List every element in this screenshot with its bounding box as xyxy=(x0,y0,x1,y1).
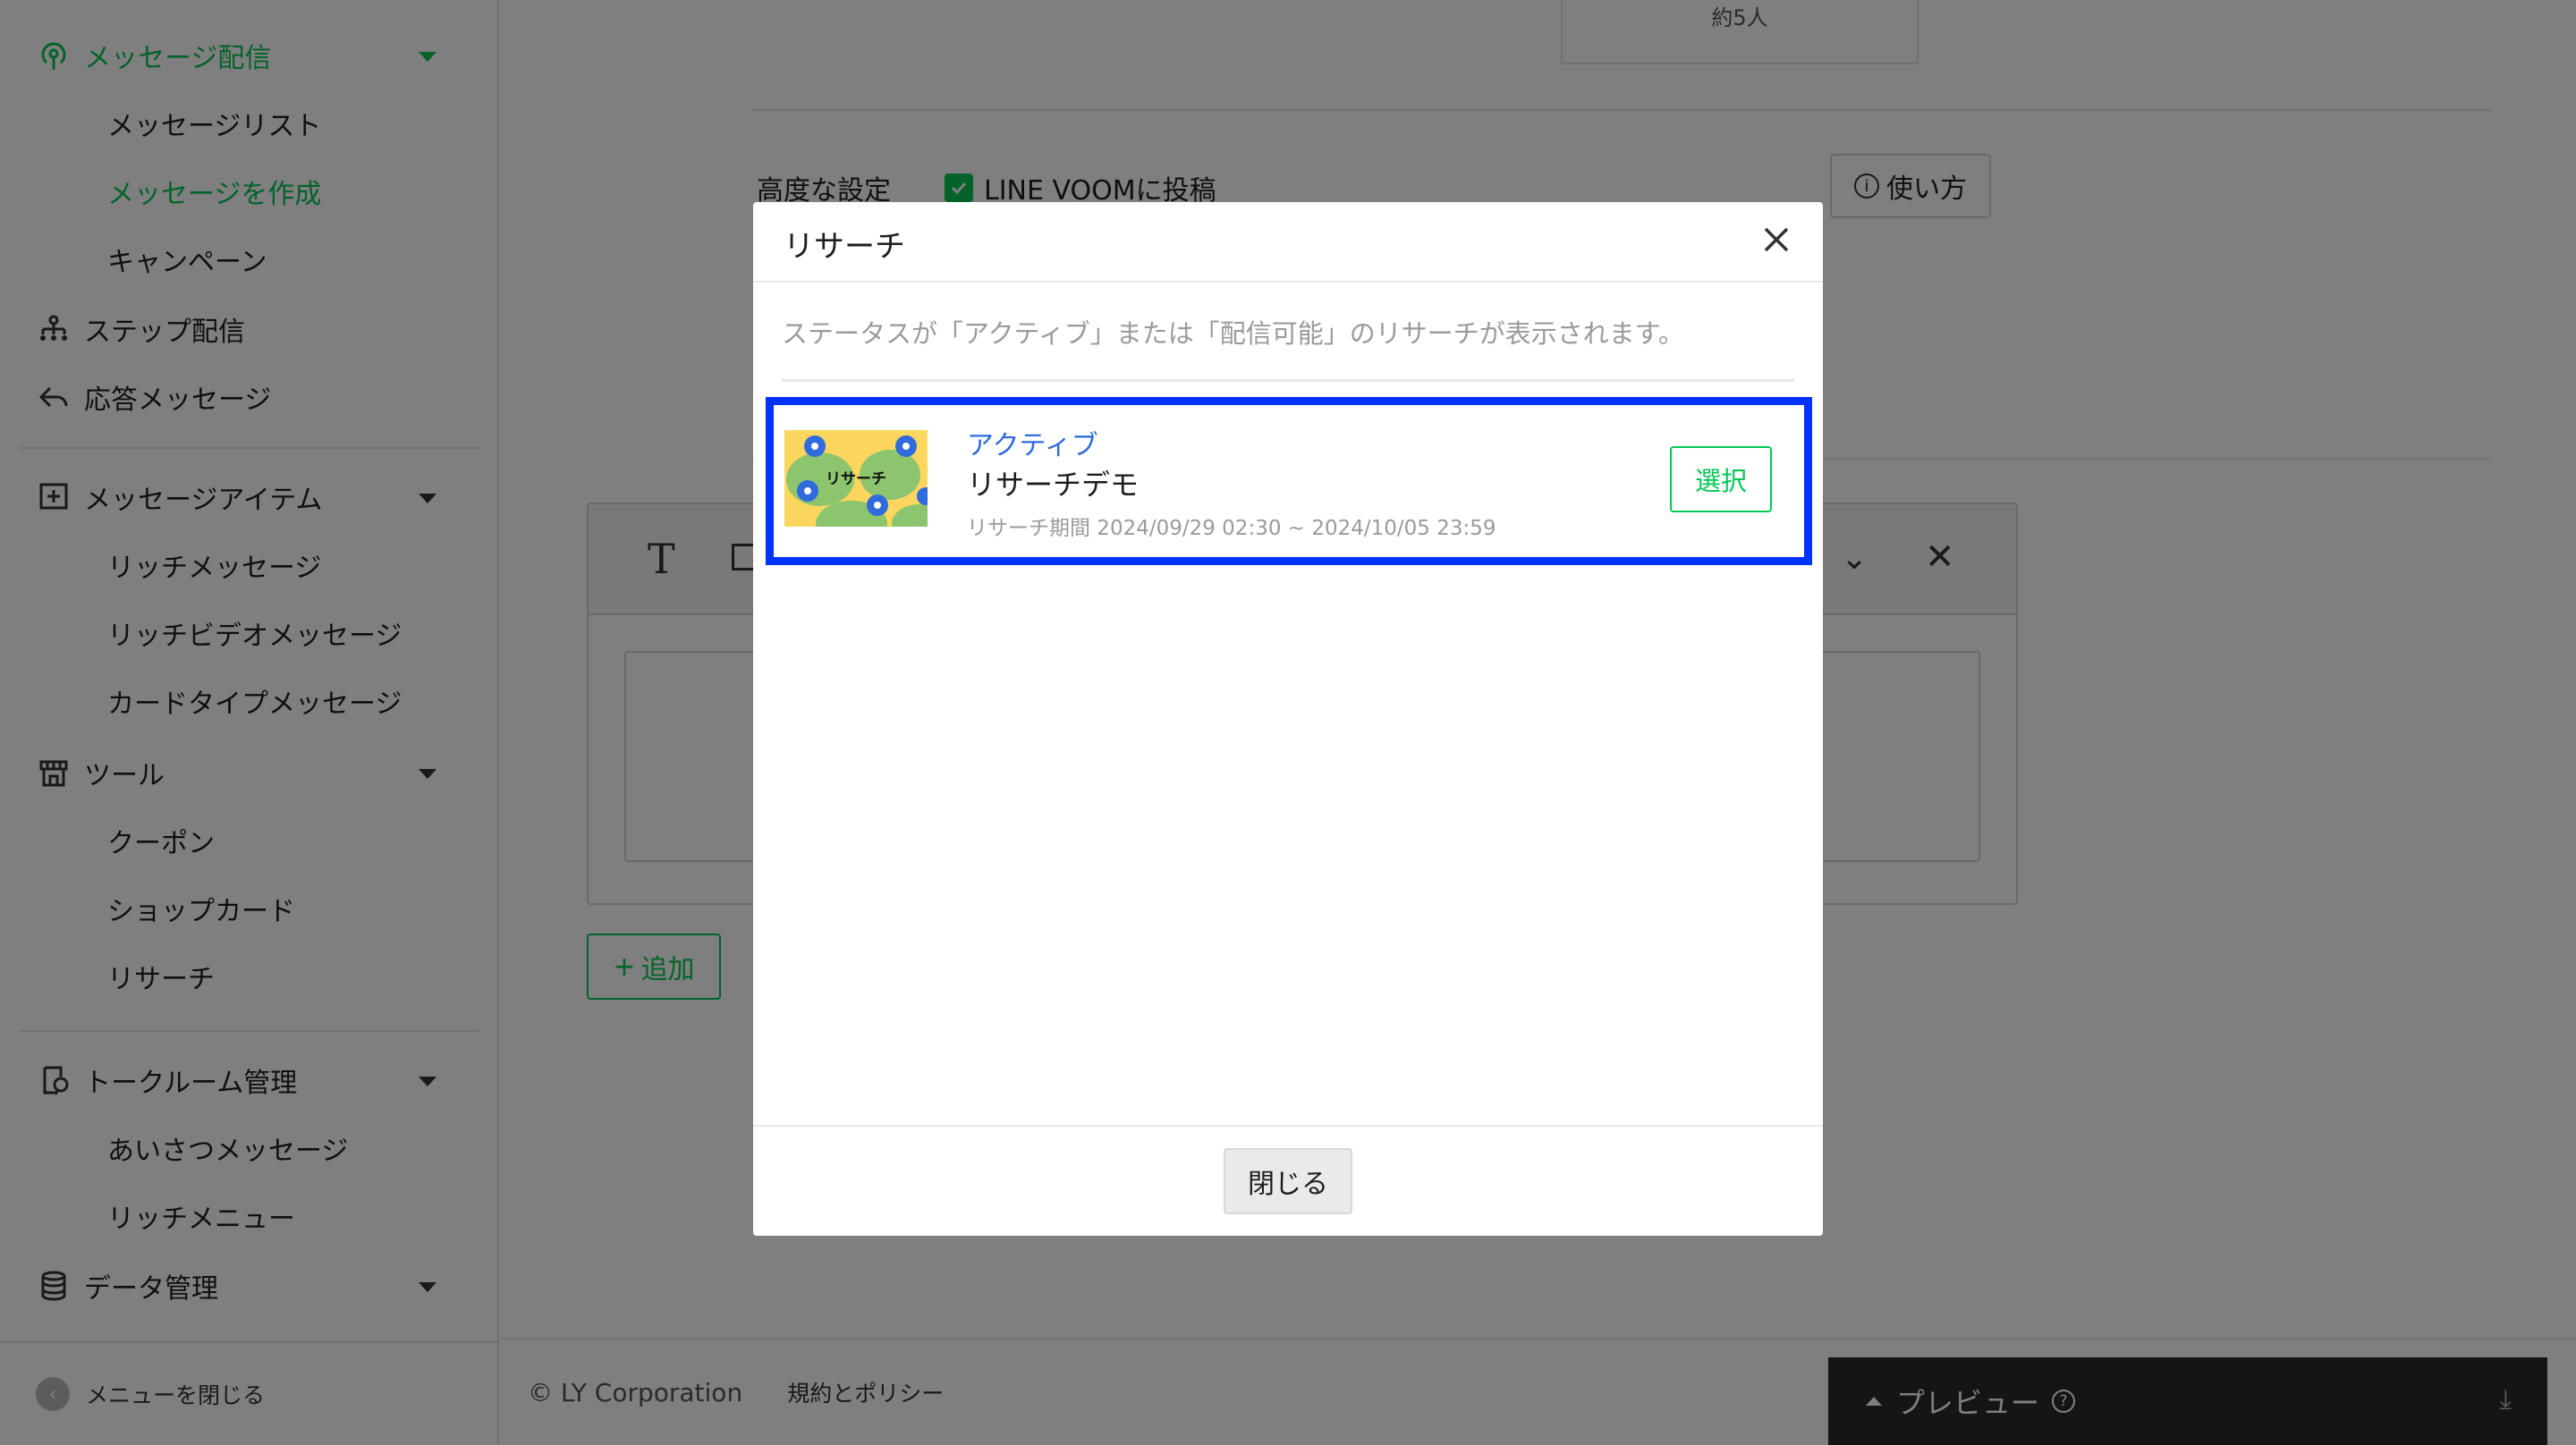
research-name: リサーチデモ xyxy=(967,468,1140,502)
modal-header: リサーチ xyxy=(753,202,1823,283)
select-button[interactable]: 選択 xyxy=(1670,446,1772,512)
thumbnail-label: リサーチ xyxy=(826,470,886,488)
research-period: リサーチ期間 2024/09/29 02:30 ~ 2024/10/05 23:… xyxy=(967,517,1496,540)
modal-title: リサーチ xyxy=(784,229,905,265)
research-status: アクティブ xyxy=(967,430,1098,461)
divider xyxy=(782,379,1794,382)
research-list-item[interactable]: リサーチ アクティブ リサーチデモ リサーチ期間 2024/09/29 02:3… xyxy=(766,397,1812,565)
close-icon[interactable] xyxy=(1758,222,1794,258)
close-button[interactable]: 閉じる xyxy=(1224,1148,1352,1214)
modal-footer: 閉じる xyxy=(753,1125,1823,1236)
research-thumbnail: リサーチ xyxy=(784,430,928,527)
modal-description: ステータスが「アクティブ」または「配信可能」のリサーチが表示されます。 xyxy=(782,318,1684,349)
research-modal: リサーチ ステータスが「アクティブ」または「配信可能」のリサーチが表示されます。 xyxy=(753,202,1823,1236)
